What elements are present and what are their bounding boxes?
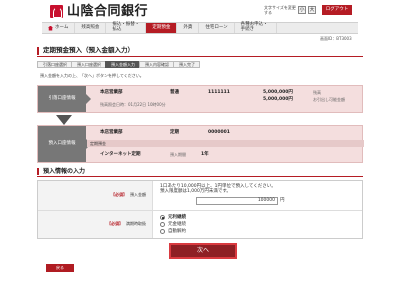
from-number: 1111111	[208, 90, 230, 95]
back-button[interactable]: 戻る	[46, 264, 74, 272]
nav-item-transfer[interactable]: 振込・振替・払込	[106, 22, 147, 33]
title-divider	[37, 56, 363, 57]
renewal-label: 満期時取扱	[126, 221, 146, 227]
renewal-row: 【必須】 満期時取扱 元利継続 元金継続 自動解約	[38, 211, 362, 238]
nav-item-balance[interactable]: 残高照会	[75, 23, 107, 33]
nav-item-label: 各種お申込・手続き	[240, 22, 268, 32]
required-mark: 【必須】	[107, 221, 123, 227]
home-icon	[48, 25, 53, 31]
step-4: 預入内容確認	[139, 61, 174, 68]
nav-item-label: ホーム	[55, 25, 69, 31]
amount-label-cell: 【必須】 預入金額	[38, 181, 153, 210]
renewal-option-3[interactable]: 自動解約	[160, 228, 358, 235]
amount-unit: 円	[280, 198, 285, 204]
font-large-button[interactable]: 大	[308, 6, 316, 14]
nav-item-label: 住宅ローン	[205, 25, 228, 31]
from-available: 5,000,000円	[263, 97, 293, 102]
from-account-label: 引落口座情報	[38, 86, 86, 112]
bank-name: 山陰合同銀行	[67, 4, 149, 19]
required-mark: 【必須】	[111, 192, 127, 198]
input-section-title: 預入情報の入力	[37, 168, 85, 176]
logout-button[interactable]: ログアウト	[322, 5, 352, 15]
next-button[interactable]: 次へ	[169, 243, 237, 259]
amount-input[interactable]: 100000	[196, 196, 278, 205]
font-size-label: 文字サイズを変更する	[264, 5, 296, 16]
from-balance-note: 残高	[313, 89, 321, 95]
header: 山陰合同銀行 文字サイズを変更する 小 大 ログアウト	[0, 0, 400, 22]
nav-item-time-deposit[interactable]: 定期預金	[146, 23, 178, 33]
renewal-option-label: 自動解約	[168, 228, 186, 234]
renewal-label-cell: 【必須】 満期時取扱	[38, 211, 153, 238]
period-label: 預入期間	[170, 151, 186, 157]
period-value: 1年	[201, 152, 209, 157]
step-3-active: 預入金額入力	[105, 61, 140, 68]
nav-item-housing-loan[interactable]: 住宅ローン	[199, 23, 235, 33]
to-account-label: 預入口座情報	[38, 126, 86, 162]
amount-note-2: 預入限度額は1,000万円未満です。	[160, 189, 231, 195]
renewal-option-1[interactable]: 元利継続	[160, 214, 358, 221]
input-form: 【必須】 預入金額 1口あたり10,000円以上、1円単位で預入してください。 …	[37, 180, 363, 239]
section-divider	[37, 176, 363, 177]
step-2: 預入口座選択	[71, 61, 106, 68]
nav-item-foreign-currency[interactable]: 外貨	[177, 23, 200, 33]
renewal-option-2[interactable]: 元金継続	[160, 221, 358, 228]
nav-item-label: 残高照会	[81, 25, 100, 31]
from-available-note: お引出し可能金額	[313, 96, 345, 102]
nav-item-home[interactable]: ホーム	[42, 23, 76, 33]
from-type: 普通	[170, 90, 179, 95]
main-nav: ホーム 残高照会 振込・振替・払込 定期預金 外貨 住宅ローン 各種お申込・手続…	[42, 22, 358, 34]
from-balance: 5,000,000円	[263, 90, 293, 95]
product-name: インターネット定期	[100, 152, 141, 157]
renewal-option-label: 元金継続	[168, 221, 186, 227]
step-5: 預入完了	[173, 61, 200, 68]
product-header: 定期預金	[87, 140, 364, 147]
radio-icon[interactable]	[160, 222, 165, 227]
to-branch: 本店営業部	[100, 130, 123, 135]
radio-icon[interactable]	[160, 229, 165, 234]
page-title: 定期預金預入（預入金額入力）	[37, 46, 134, 55]
renewal-options: 元利継続 元金継続 自動解約	[156, 211, 362, 238]
bank-logo-icon	[50, 5, 63, 18]
renewal-option-label: 元利継続	[168, 214, 186, 220]
step-1: 引落口座選択	[37, 61, 72, 68]
nav-item-label: 定期預金	[152, 25, 171, 31]
amount-label: 預入金額	[130, 192, 146, 198]
screen-id: 画面ID：BT3003	[320, 36, 352, 41]
nav-item-label: 外貨	[183, 25, 193, 31]
arrow-down-icon	[56, 115, 72, 125]
amount-body: 1口あたり10,000円以上、1円単位で預入してください。 預入限度額は1,00…	[156, 181, 362, 208]
radio-checked-icon[interactable]	[160, 215, 165, 220]
to-type: 定期	[170, 130, 179, 135]
instruction-text: 預入金額を入力の上、「次へ」ボタンを押してください。	[40, 73, 144, 78]
nav-item-applications[interactable]: 各種お申込・手続き	[235, 22, 277, 33]
to-number: 0000001	[208, 130, 230, 135]
from-branch: 本店営業部	[100, 90, 123, 95]
balance-date: 残高照会日時：01月22日 10時00分	[100, 102, 166, 107]
nav-item-label: 振込・振替・払込	[112, 22, 140, 32]
from-account-panel: 引落口座情報 本店営業部 普通 1111111 5,000,000円 残高 5,…	[37, 85, 363, 113]
progress-steps: 引落口座選択 預入口座選択 預入金額入力 預入内容確認 預入完了	[37, 61, 200, 68]
to-account-panel: 預入口座情報 本店営業部 定期 0000001 定期預金 インターネット定期 預…	[37, 125, 364, 163]
amount-row: 【必須】 預入金額 1口あたり10,000円以上、1円単位で預入してください。 …	[38, 181, 362, 211]
font-small-button[interactable]: 小	[298, 6, 306, 14]
